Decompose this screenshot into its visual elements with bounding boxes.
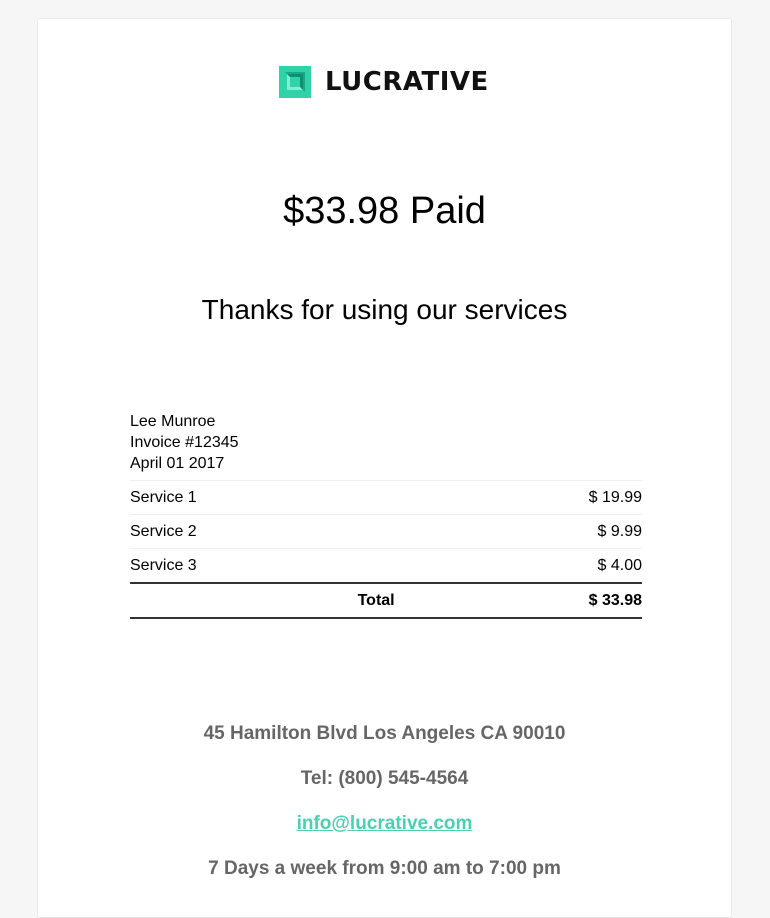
thanks-message: Thanks for using our services: [201, 294, 568, 325]
table-row: Service 2 $ 9.99: [130, 514, 642, 549]
total-label: Total: [130, 582, 439, 619]
invoice-section: Lee Munroe Invoice #12345 April 01 2017 …: [130, 411, 642, 619]
item-name: Service 3: [130, 548, 439, 583]
invoice-meta: Lee Munroe Invoice #12345 April 01 2017: [130, 411, 642, 474]
table-row: Service 1 $ 19.99: [130, 480, 642, 515]
item-amount: $ 19.99: [438, 480, 642, 515]
item-name: Service 1: [130, 480, 439, 515]
brand-name: LUCRATIVE: [325, 67, 489, 97]
company-email-link[interactable]: info@lucrative.com: [297, 813, 473, 834]
brand-logo: LUCRATIVE: [279, 66, 489, 98]
company-footer: 45 Hamilton Blvd Los Angeles CA 90010 Te…: [38, 721, 731, 901]
business-hours: 7 Days a week from 9:00 am to 7:00 pm: [208, 858, 561, 879]
customer-name: Lee Munroe: [130, 413, 216, 430]
receipt-card: LUCRATIVE $33.98 Paid Thanks for using o…: [37, 18, 732, 918]
total-amount: $ 33.98: [438, 582, 642, 619]
company-address: 45 Hamilton Blvd Los Angeles CA 90010: [203, 723, 566, 744]
lucrative-logo-icon: [279, 66, 311, 98]
invoice-date: April 01 2017: [130, 455, 225, 472]
item-name: Service 2: [130, 514, 439, 549]
item-amount: $ 9.99: [438, 514, 642, 549]
table-row: Service 3 $ 4.00: [130, 548, 642, 583]
total-row: Total $ 33.98: [130, 582, 642, 619]
company-phone: Tel: (800) 545-4564: [300, 768, 469, 789]
item-amount: $ 4.00: [438, 548, 642, 583]
amount-paid-heading: $33.98 Paid: [283, 190, 486, 232]
invoice-number: Invoice #12345: [130, 434, 239, 451]
invoice-items-table: Service 1 $ 19.99 Service 2 $ 9.99 Servi…: [130, 480, 642, 619]
